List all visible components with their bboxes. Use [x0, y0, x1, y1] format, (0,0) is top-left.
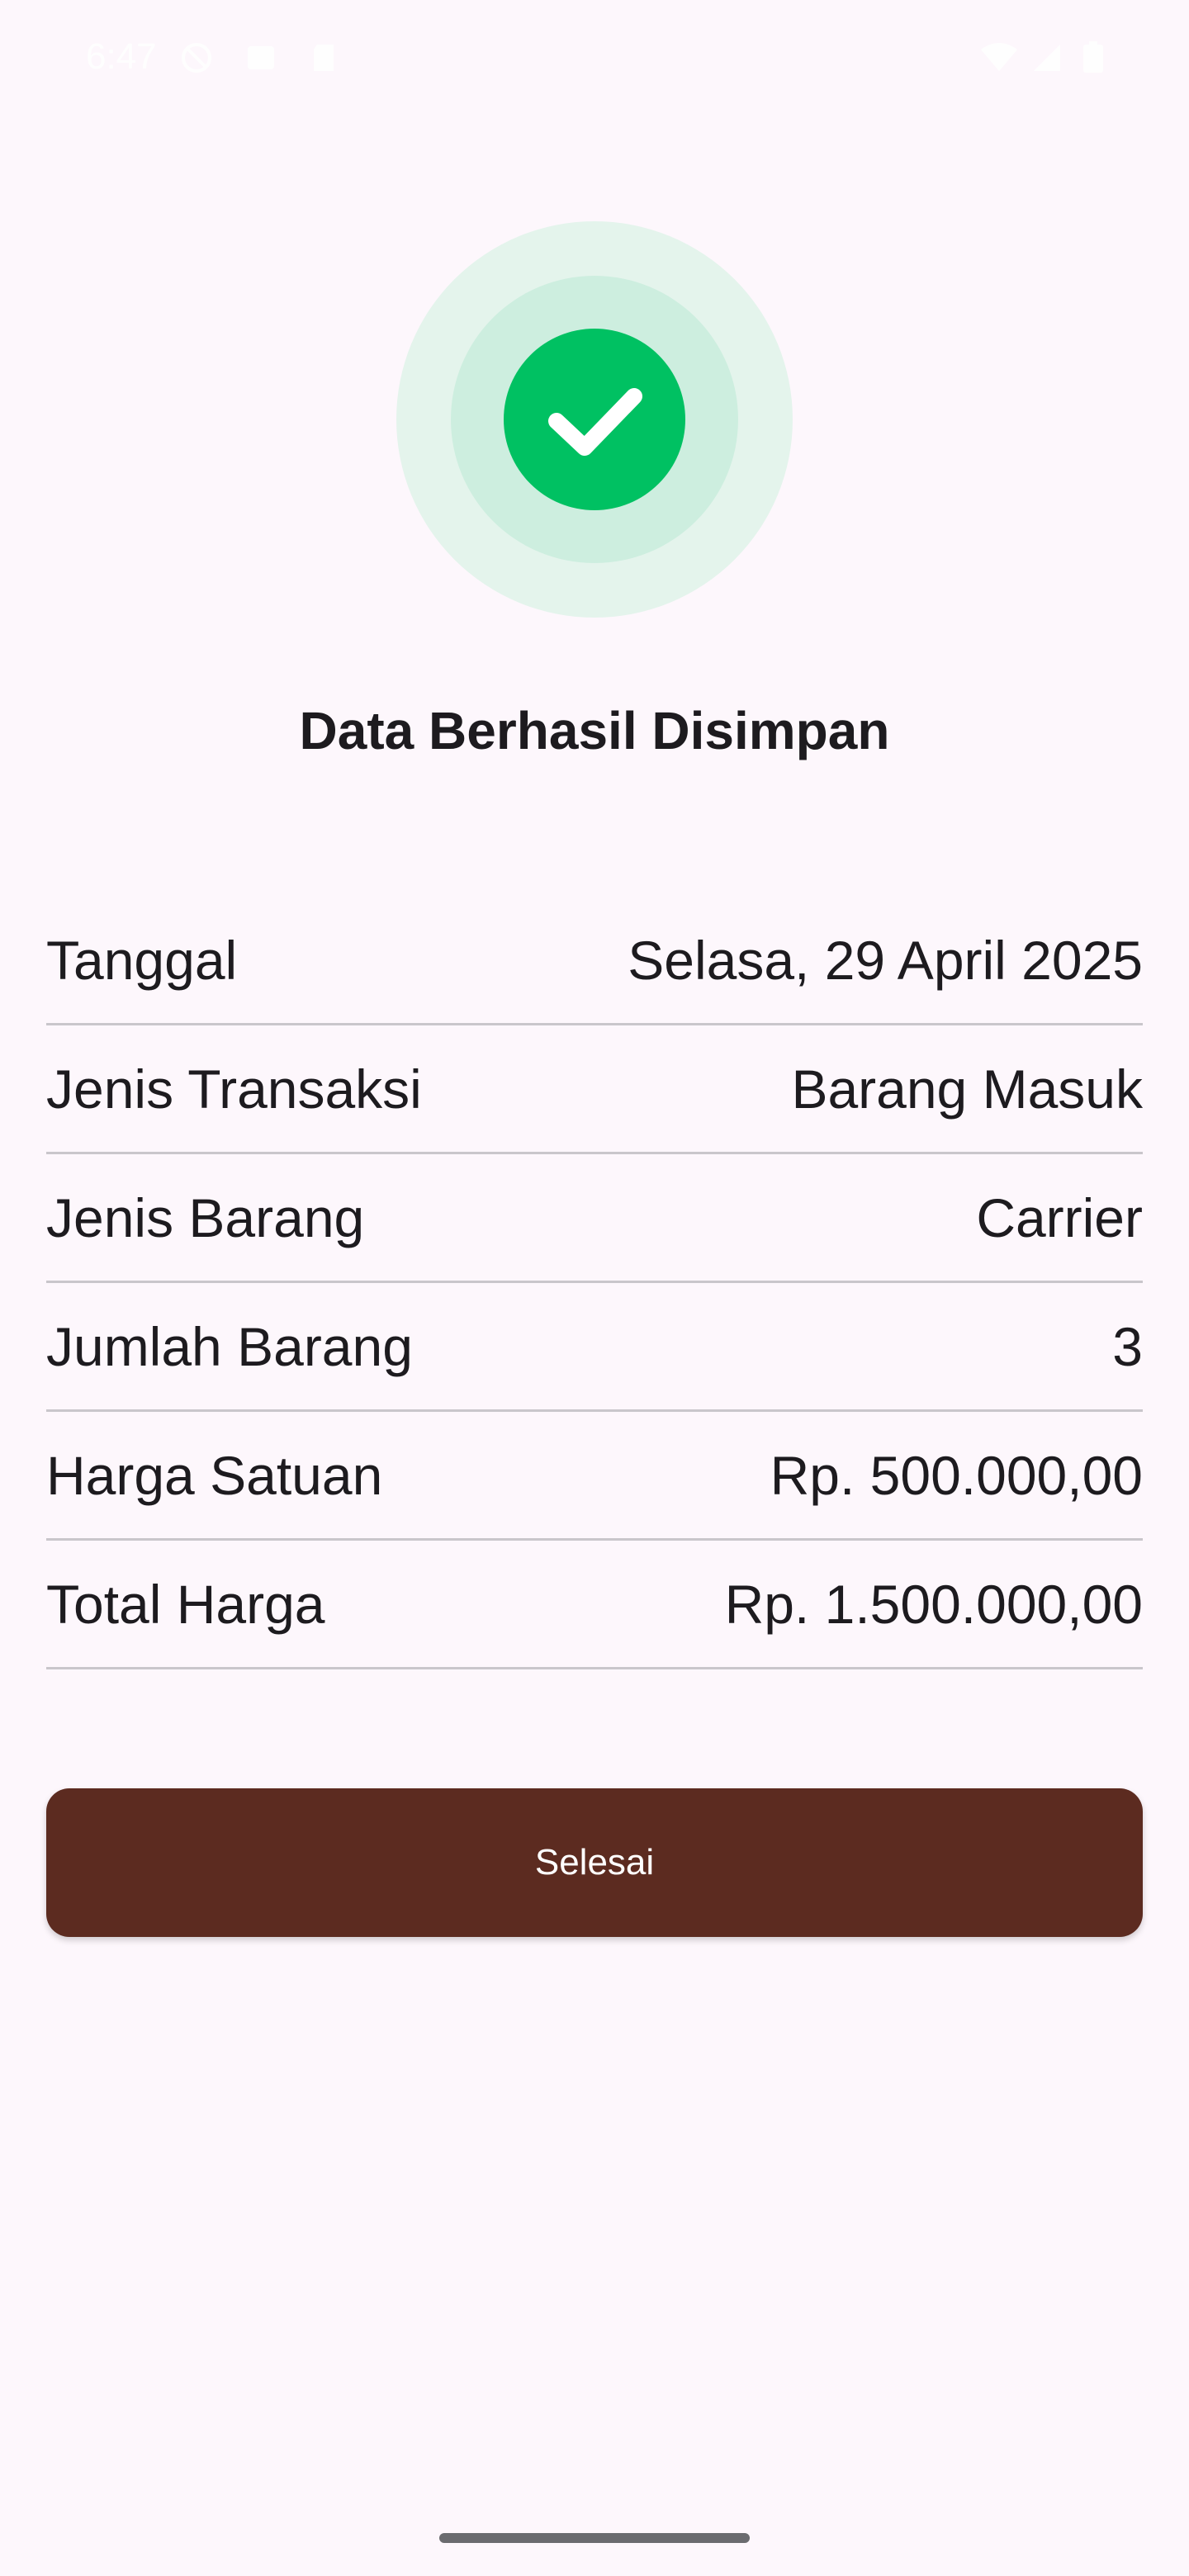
detail-row-jumlah-barang: Jumlah Barang 3: [46, 1283, 1143, 1412]
detail-value: Selasa, 29 April 2025: [628, 929, 1143, 991]
status-bar: 6:47: [0, 0, 1189, 119]
finish-button[interactable]: Selesai: [46, 1788, 1143, 1937]
battery-icon: [1083, 41, 1103, 73]
detail-row-jenis-transaksi: Jenis Transaksi Barang Masuk: [46, 1025, 1143, 1154]
detail-value: 3: [1112, 1315, 1143, 1377]
detail-value: Rp. 1.500.000,00: [724, 1573, 1143, 1635]
detail-value: Barang Masuk: [791, 1058, 1143, 1120]
signal-icon: [1034, 45, 1060, 71]
detail-row-total-harga: Total Harga Rp. 1.500.000,00: [46, 1541, 1143, 1669]
detail-value: Carrier: [976, 1186, 1143, 1248]
do-not-disturb-icon: [182, 43, 211, 73]
detail-value: Rp. 500.000,00: [770, 1444, 1143, 1506]
detail-row-tanggal: Tanggal Selasa, 29 April 2025: [46, 897, 1143, 1025]
detail-row-harga-satuan: Harga Satuan Rp. 500.000,00: [46, 1412, 1143, 1541]
wifi-icon: [981, 43, 1017, 71]
status-time: 6:47: [86, 36, 157, 77]
detail-label: Jenis Transaksi: [46, 1058, 422, 1120]
home-indicator[interactable]: [439, 2533, 750, 2543]
detail-label: Jenis Barang: [46, 1186, 365, 1248]
page-title: Data Berhasil Disimpan: [299, 701, 890, 760]
detail-label: Total Harga: [46, 1573, 325, 1635]
check-icon: [548, 388, 642, 456]
detail-label: Tanggal: [46, 929, 238, 991]
transaction-details: Tanggal Selasa, 29 April 2025 Jenis Tran…: [46, 897, 1143, 1669]
detail-label: Harga Satuan: [46, 1444, 383, 1506]
detail-row-jenis-barang: Jenis Barang Carrier: [46, 1154, 1143, 1283]
detail-label: Jumlah Barang: [46, 1315, 413, 1377]
sd-card-icon: [314, 45, 334, 71]
notification-icon: [248, 46, 274, 69]
success-badge: [396, 221, 793, 618]
